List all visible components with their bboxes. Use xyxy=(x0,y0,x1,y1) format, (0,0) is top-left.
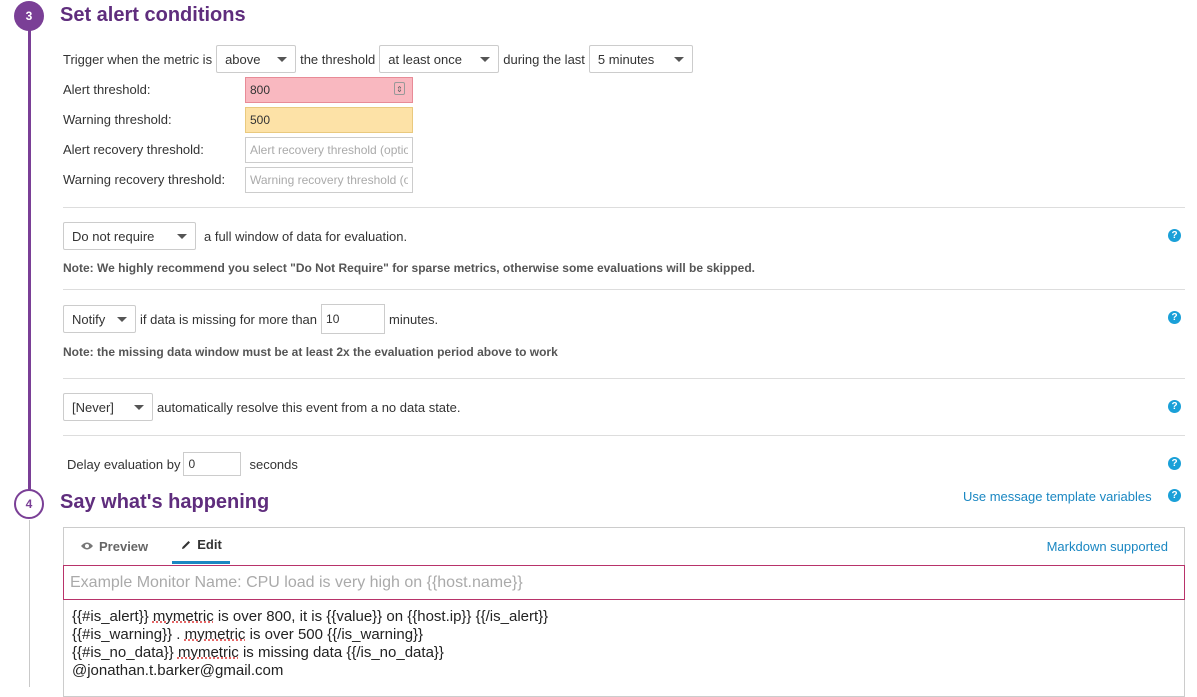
frequency-select[interactable]: at least once xyxy=(379,45,500,73)
misspelled-word: mymetric xyxy=(184,626,246,643)
missing-data-note: Note: the missing data window must be at… xyxy=(63,345,558,359)
help-icon[interactable]: ? xyxy=(1168,311,1181,324)
message-line: @jonathan.t.barker@gmail.com xyxy=(72,662,284,679)
missing-data-minutes-input[interactable] xyxy=(321,304,386,334)
editor-tabs: Preview Edit Markdown supported xyxy=(64,528,1184,565)
auto-resolve-text: automatically resolve this event from a … xyxy=(157,399,461,415)
divider xyxy=(63,207,1185,208)
full-window-value: Do not require xyxy=(72,228,155,244)
help-icon[interactable]: ? xyxy=(1168,400,1181,413)
message-text: is over 500 {{/is_warning}} xyxy=(245,626,424,643)
pencil-icon xyxy=(182,540,191,549)
chevron-down-icon xyxy=(277,57,288,62)
chevron-down-icon xyxy=(673,57,684,62)
missing-data-value: Notify xyxy=(72,311,106,327)
trigger-middle: the threshold xyxy=(300,51,376,67)
message-body-textarea[interactable]: {{#is_alert}} mymetric is over 800, it i… xyxy=(72,608,548,680)
resolve-row: [Never] automatically resolve this event… xyxy=(63,393,461,421)
monitor-name-input[interactable] xyxy=(63,565,1185,600)
message-line: {{#is_no_data}} mymetric is missing data… xyxy=(72,644,548,662)
chevron-down-icon xyxy=(177,234,187,239)
missing-data-row: Notify if data is missing for more than … xyxy=(63,304,438,334)
delay-seconds-input[interactable] xyxy=(183,452,242,476)
step-3-badge: 3 xyxy=(14,1,44,31)
misspelled-word: mymetric xyxy=(177,644,239,661)
message-text: . xyxy=(172,626,185,643)
message-token: {{#is_alert}} xyxy=(72,608,149,625)
message-text: is over 800, it is {{value}} on {{host.i… xyxy=(213,608,549,625)
full-window-row: Do not require a full window of data for… xyxy=(63,222,407,250)
message-line: {{#is_warning}} . mymetric is over 500 {… xyxy=(72,626,548,644)
missing-data-unit: minutes. xyxy=(389,311,439,327)
section-title-say-whats-happening: Say what's happening xyxy=(60,491,270,513)
full-window-text: a full window of data for evaluation. xyxy=(204,228,408,244)
missing-data-select[interactable]: Notify xyxy=(63,305,136,333)
delay-label: Delay evaluation by xyxy=(67,456,181,472)
tab-edit[interactable]: Edit xyxy=(172,528,230,564)
chevron-down-icon xyxy=(134,405,144,410)
misspelled-word: mymetric xyxy=(152,608,214,625)
alert-recovery-label: Alert recovery threshold: xyxy=(63,142,204,157)
message-token: {{#is_no_data}} xyxy=(72,644,174,661)
warning-threshold-label: Warning threshold: xyxy=(63,112,172,127)
divider xyxy=(63,378,1185,379)
step-progress-line xyxy=(28,20,31,490)
chevron-down-icon xyxy=(117,317,127,322)
delay-unit: seconds xyxy=(249,456,298,472)
tab-edit-label: Edit xyxy=(197,537,222,552)
alert-recovery-input[interactable] xyxy=(245,137,413,163)
divider xyxy=(63,289,1185,290)
section-title-alert-conditions: Set alert conditions xyxy=(60,4,246,26)
warning-recovery-input[interactable] xyxy=(245,167,413,193)
window-select[interactable]: 5 minutes xyxy=(588,45,693,73)
auto-resolve-select[interactable]: [Never] xyxy=(63,393,153,421)
missing-data-text: if data is missing for more than xyxy=(140,311,318,327)
trigger-prefix: Trigger when the metric is xyxy=(63,51,213,67)
message-token: {{#is_warning}} xyxy=(72,626,173,643)
warning-recovery-label: Warning recovery threshold: xyxy=(63,172,226,187)
help-icon[interactable]: ? xyxy=(1168,489,1181,502)
trigger-suffix: during the last xyxy=(503,51,585,67)
window-value: 5 minutes xyxy=(597,51,655,67)
frequency-value: at least once xyxy=(388,51,462,67)
delay-row: Delay evaluation by seconds xyxy=(67,452,298,476)
auto-resolve-value: [Never] xyxy=(72,399,114,415)
message-editor: Preview Edit Markdown supported {{#is_al… xyxy=(63,527,1185,697)
message-text: is missing data {{/is_no_data}} xyxy=(238,644,444,661)
help-icon[interactable]: ? xyxy=(1168,229,1181,242)
warning-threshold-input[interactable] xyxy=(245,107,413,133)
message-line: {{#is_alert}} mymetric is over 800, it i… xyxy=(72,608,548,626)
trigger-row: Trigger when the metric is above the thr… xyxy=(63,45,693,73)
help-icon[interactable]: ? xyxy=(1168,457,1181,470)
markdown-supported-link[interactable]: Markdown supported xyxy=(1047,539,1168,554)
comparator-select[interactable]: above xyxy=(216,45,297,73)
tab-preview[interactable]: Preview xyxy=(80,528,148,564)
tab-preview-label: Preview xyxy=(99,538,149,554)
alert-threshold-label: Alert threshold: xyxy=(63,82,151,97)
divider xyxy=(63,435,1185,436)
full-window-note: Note: We highly recommend you select "Do… xyxy=(63,261,756,275)
step-4-badge: 4 xyxy=(14,489,44,519)
chevron-down-icon xyxy=(480,57,491,62)
eye-icon xyxy=(81,542,93,550)
full-window-select[interactable]: Do not require xyxy=(63,222,196,250)
comparator-value: above xyxy=(225,51,261,67)
message-template-variables-link[interactable]: Use message template variables xyxy=(963,489,1152,504)
step-progress-line-lower xyxy=(29,520,30,687)
stepper-icon[interactable]: ⇕ xyxy=(394,82,405,95)
alert-threshold-input[interactable] xyxy=(245,77,413,103)
